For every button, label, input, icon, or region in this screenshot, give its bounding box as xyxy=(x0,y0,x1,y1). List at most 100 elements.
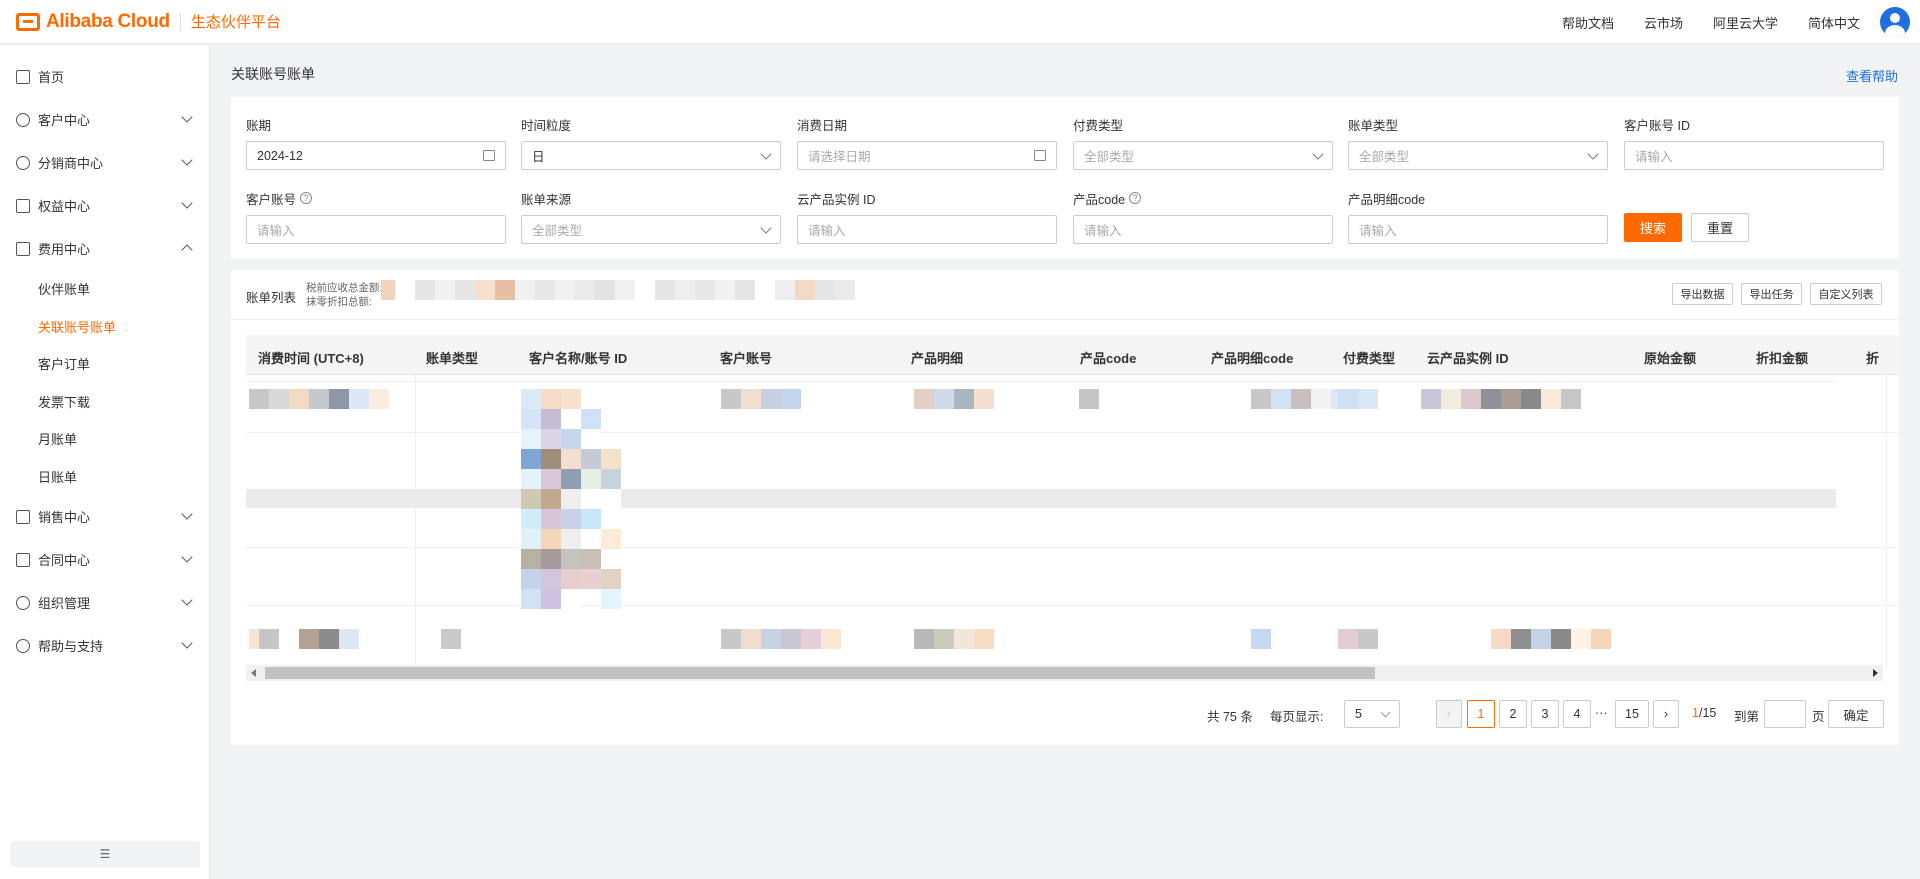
goto-page-input[interactable] xyxy=(1764,700,1806,728)
period-picker[interactable]: 2024-12 xyxy=(246,141,506,170)
calendar-icon xyxy=(1034,150,1046,161)
table-header: 消费时间 (UTC+8) 账单类型 客户名称/账号 ID 客户账号 产品明细 产… xyxy=(246,335,1899,375)
question-icon[interactable]: ? xyxy=(1129,192,1142,204)
sidebar-item-org-management[interactable]: 组织管理 xyxy=(0,581,209,624)
product-detail-code-input[interactable]: 请输入 xyxy=(1348,215,1608,244)
bill-list-panel: 账单列表 税前应收总金额: 抹零折扣总额: 导出数据 导出任务 自定义列表 消费… xyxy=(231,270,1899,745)
top-link-language[interactable]: 简体中文 xyxy=(1808,13,1860,32)
goto-label: 到第 xyxy=(1734,710,1760,724)
column-header-pay-type[interactable]: 付费类型 xyxy=(1343,348,1395,367)
granularity-select[interactable]: 日 xyxy=(521,141,781,170)
search-button[interactable]: 搜索 xyxy=(1624,213,1682,242)
chevron-down-icon xyxy=(1312,148,1324,160)
column-header-bill-type[interactable]: 账单类型 xyxy=(426,348,478,367)
brand-logo[interactable]: Alibaba Cloud 生态伙伴平台 xyxy=(16,11,281,33)
filter-granularity: 时间粒度 日 xyxy=(521,115,781,170)
sidebar-item-billing-center[interactable]: 费用中心 xyxy=(0,227,209,270)
row-divider xyxy=(246,432,1899,433)
column-header-customer-account[interactable]: 客户账号 xyxy=(720,348,772,367)
view-help-link[interactable]: 查看帮助 xyxy=(1846,66,1898,85)
consume-date-picker[interactable]: 请选择日期 xyxy=(797,141,1057,170)
column-header-product-detail[interactable]: 产品明细 xyxy=(911,348,963,367)
next-page-button[interactable]: › xyxy=(1653,700,1679,728)
column-header-truncated[interactable]: 折 xyxy=(1866,348,1879,367)
export-data-button[interactable]: 导出数据 xyxy=(1672,283,1733,305)
collapse-icon: ☰ xyxy=(99,847,111,861)
top-link-university[interactable]: 阿里云大学 xyxy=(1713,13,1778,32)
custom-columns-button[interactable]: 自定义列表 xyxy=(1810,283,1882,305)
bill-source-select[interactable]: 全部类型 xyxy=(521,215,781,244)
sidebar-item-label: 权益中心 xyxy=(38,199,91,214)
bill-type-placeholder: 全部类型 xyxy=(1359,150,1410,164)
column-header-product-detail-code[interactable]: 产品明细code xyxy=(1211,348,1293,367)
filter-customer-account: 客户账号? 请输入 xyxy=(246,189,506,244)
column-header-consume-time[interactable]: 消费时间 (UTC+8) xyxy=(258,348,364,367)
bill-table: 消费时间 (UTC+8) 账单类型 客户名称/账号 ID 客户账号 产品明细 产… xyxy=(246,335,1899,668)
question-icon[interactable]: ? xyxy=(300,192,313,204)
sidebar-item-customer-center[interactable]: 客户中心 xyxy=(0,98,209,141)
product-code-input[interactable]: 请输入 xyxy=(1073,215,1333,244)
redacted-cell xyxy=(1251,629,1271,649)
sidebar: 首页 客户中心 分销商中心 权益中心 费用中心 伙伴账单 关联账号账单 客户订单… xyxy=(0,45,210,879)
scrollbar-thumb[interactable] xyxy=(265,667,1375,679)
contract-icon xyxy=(16,552,30,567)
export-tasks-button[interactable]: 导出任务 xyxy=(1741,283,1802,305)
scroll-left-icon[interactable] xyxy=(251,669,256,677)
page-button-15[interactable]: 15 xyxy=(1615,700,1649,728)
sidebar-item-distributor-center[interactable]: 分销商中心 xyxy=(0,141,209,184)
page-button-3[interactable]: 3 xyxy=(1531,700,1559,728)
per-page-select[interactable]: 5 xyxy=(1344,700,1400,728)
redacted-cell xyxy=(249,389,389,409)
sidebar-sub-item-partner-bill[interactable]: 伙伴账单 xyxy=(0,270,209,308)
page-button-1[interactable]: 1 xyxy=(1467,700,1495,728)
sidebar-sub-item-daily-bill[interactable]: 日账单 xyxy=(0,458,209,496)
sidebar-item-home[interactable]: 首页 xyxy=(0,55,209,98)
sidebar-sub-item-monthly-bill[interactable]: 月账单 xyxy=(0,420,209,458)
top-link-marketplace[interactable]: 云市场 xyxy=(1644,13,1683,32)
prev-page-button[interactable]: ‹ xyxy=(1436,700,1462,728)
chevron-left-icon: ‹ xyxy=(1446,707,1452,721)
goto-confirm-button[interactable]: 确定 xyxy=(1828,700,1884,728)
sidebar-item-contract-center[interactable]: 合同中心 xyxy=(0,538,209,581)
column-header-customer-name[interactable]: 客户名称/账号 ID xyxy=(529,348,627,367)
chevron-down-icon xyxy=(760,222,772,234)
customer-account-input[interactable]: 请输入 xyxy=(246,215,506,244)
sidebar-item-label: 销售中心 xyxy=(38,510,91,525)
page-button-4[interactable]: 4 xyxy=(1563,700,1591,728)
top-link-help-docs[interactable]: 帮助文档 xyxy=(1562,13,1614,32)
reset-button[interactable]: 重置 xyxy=(1691,213,1749,242)
chevron-down-icon xyxy=(181,594,193,606)
table-row-hover[interactable] xyxy=(246,489,1836,508)
customer-id-placeholder: 请输入 xyxy=(1635,150,1673,164)
group-icon xyxy=(16,155,30,170)
bill-type-select[interactable]: 全部类型 xyxy=(1348,141,1608,170)
column-header-instance-id[interactable]: 云产品实例 ID xyxy=(1427,348,1509,367)
scroll-right-icon[interactable] xyxy=(1873,669,1878,677)
sidebar-sub-item-invoice-download[interactable]: 发票下载 xyxy=(0,383,209,421)
column-header-discount-amount[interactable]: 折扣金额 xyxy=(1756,348,1808,367)
instance-id-input[interactable]: 请输入 xyxy=(797,215,1057,244)
sidebar-collapse-button[interactable]: ☰ xyxy=(10,841,200,867)
filter-bill-type: 账单类型 全部类型 xyxy=(1348,115,1608,170)
column-header-original-amount[interactable]: 原始金额 xyxy=(1644,348,1696,367)
filter-label: 时间粒度 xyxy=(521,118,572,133)
org-icon xyxy=(16,595,30,610)
sidebar-sub-item-customer-orders[interactable]: 客户订单 xyxy=(0,345,209,383)
page-button-2[interactable]: 2 xyxy=(1499,700,1527,728)
sidebar-sub-item-linked-account-bill[interactable]: 关联账号账单 xyxy=(0,308,209,346)
user-avatar-icon[interactable] xyxy=(1880,7,1910,37)
customer-id-input[interactable]: 请输入 xyxy=(1624,141,1884,170)
rounding-discount-label: 抹零折扣总额: xyxy=(306,296,372,308)
redacted-cell xyxy=(1421,389,1581,409)
column-divider xyxy=(1886,375,1887,668)
column-header-product-code[interactable]: 产品code xyxy=(1080,348,1136,367)
filter-consume-date: 消费日期 请选择日期 xyxy=(797,115,1057,170)
pay-type-select[interactable]: 全部类型 xyxy=(1073,141,1333,170)
redacted-column xyxy=(581,409,601,589)
horizontal-scrollbar[interactable] xyxy=(246,665,1883,681)
sidebar-item-label: 费用中心 xyxy=(38,242,91,257)
bag-icon xyxy=(16,509,30,524)
sidebar-item-help-support[interactable]: 帮助与支持 xyxy=(0,624,209,667)
sidebar-item-sales-center[interactable]: 销售中心 xyxy=(0,495,209,538)
sidebar-item-benefit-center[interactable]: 权益中心 xyxy=(0,184,209,227)
